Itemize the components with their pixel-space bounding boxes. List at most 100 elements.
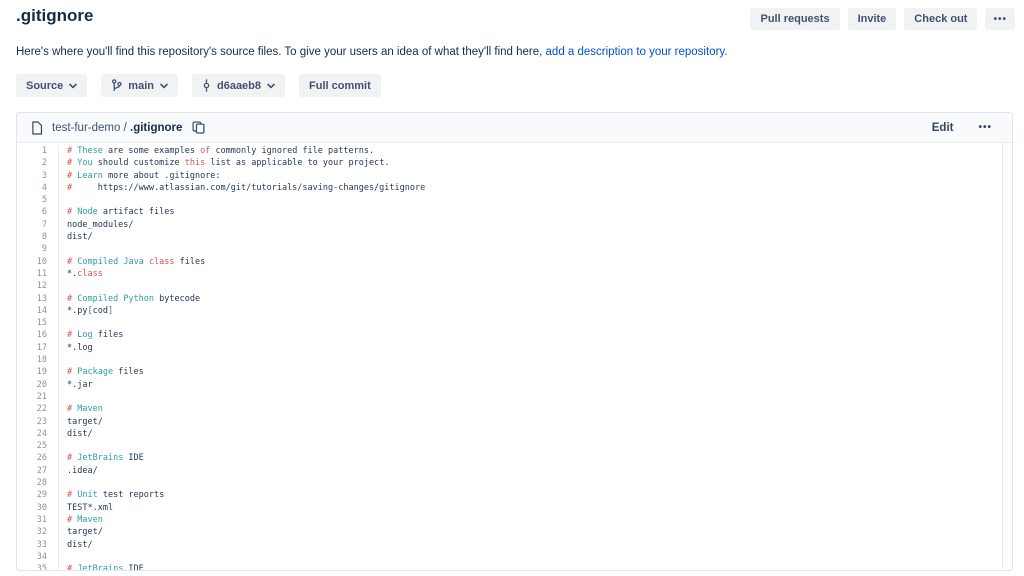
more-horizontal-icon: ••• [978, 122, 992, 133]
line-number[interactable]: 2 [17, 157, 59, 169]
line-number[interactable]: 15 [17, 317, 59, 329]
code-line: 4# https://www.atlassian.com/git/tutoria… [17, 182, 1012, 194]
code-line: 5 [17, 194, 1012, 206]
code-text: # https://www.atlassian.com/git/tutorial… [59, 182, 425, 194]
commit-icon [202, 79, 211, 92]
line-number[interactable]: 14 [17, 305, 59, 317]
code-text: node_modules/ [59, 219, 134, 231]
line-number[interactable]: 33 [17, 539, 59, 551]
header-actions: Pull requests Invite Check out ••• [750, 8, 1015, 30]
code-line: 25 [17, 440, 1012, 452]
line-number[interactable]: 9 [17, 243, 59, 255]
code-text: # Compiled Python bytecode [59, 293, 200, 305]
code-line: 14*.py[cod] [17, 305, 1012, 317]
copy-path-button[interactable] [192, 121, 205, 134]
chevron-down-icon [69, 83, 77, 89]
line-number[interactable]: 5 [17, 194, 59, 206]
code-text: # Package files [59, 366, 144, 378]
code-text: *.jar [59, 379, 93, 391]
source-toolbar: Source main d6aaeb8 Full commit [16, 74, 381, 97]
branch-icon [111, 79, 122, 92]
code-text: *.class [59, 268, 103, 280]
chevron-down-icon [267, 83, 275, 89]
line-number[interactable]: 18 [17, 354, 59, 366]
code-text: # You should customize this list as appl… [59, 157, 389, 169]
code-line: 31# Maven [17, 514, 1012, 526]
code-text [59, 243, 67, 255]
add-description-link[interactable]: add a description to your repository. [546, 46, 728, 58]
scrollbar[interactable] [1002, 143, 1003, 570]
line-number[interactable]: 27 [17, 465, 59, 477]
code-text: # Learn more about .gitignore: [59, 170, 221, 182]
line-number[interactable]: 22 [17, 403, 59, 415]
file-icon [31, 121, 43, 135]
invite-button[interactable]: Invite [848, 8, 897, 30]
code-line: 17*.log [17, 342, 1012, 354]
line-number[interactable]: 26 [17, 452, 59, 464]
code-viewer: 1# These are some examples of commonly i… [17, 143, 1012, 571]
line-number[interactable]: 6 [17, 206, 59, 218]
line-number[interactable]: 4 [17, 182, 59, 194]
code-text: # These are some examples of commonly ig… [59, 145, 374, 157]
code-line: 26# JetBrains IDE [17, 452, 1012, 464]
code-text: .idea/ [59, 465, 98, 477]
code-line: 16# Log files [17, 329, 1012, 341]
code-text: # Maven [59, 403, 103, 415]
line-number[interactable]: 19 [17, 366, 59, 378]
code-line: 32target/ [17, 526, 1012, 538]
code-text [59, 391, 67, 403]
code-text: dist/ [59, 231, 93, 243]
code-text [59, 477, 67, 489]
code-line: 30TEST*.xml [17, 502, 1012, 514]
line-number[interactable]: 34 [17, 551, 59, 563]
line-number[interactable]: 29 [17, 489, 59, 501]
line-number[interactable]: 12 [17, 280, 59, 292]
line-number[interactable]: 20 [17, 379, 59, 391]
line-number[interactable]: 16 [17, 329, 59, 341]
code-text [59, 440, 67, 452]
line-number[interactable]: 31 [17, 514, 59, 526]
code-line: 35# JetBrains IDE [17, 563, 1012, 571]
source-dropdown[interactable]: Source [16, 74, 87, 97]
line-number[interactable]: 3 [17, 170, 59, 182]
pull-requests-button[interactable]: Pull requests [750, 8, 839, 30]
code-line: 9 [17, 243, 1012, 255]
branch-dropdown[interactable]: main [101, 74, 178, 97]
code-line: 28 [17, 477, 1012, 489]
code-text: *.log [59, 342, 93, 354]
copy-icon [192, 121, 205, 134]
code-line: 7node_modules/ [17, 219, 1012, 231]
edit-button[interactable]: Edit [926, 122, 960, 134]
line-number[interactable]: 8 [17, 231, 59, 243]
line-number[interactable]: 35 [17, 563, 59, 571]
line-number[interactable]: 23 [17, 416, 59, 428]
line-number[interactable]: 21 [17, 391, 59, 403]
line-number[interactable]: 13 [17, 293, 59, 305]
line-number[interactable]: 28 [17, 477, 59, 489]
breadcrumb-filename: .gitignore [130, 122, 182, 134]
breadcrumb-repo[interactable]: test-fur-demo [52, 122, 120, 134]
line-number[interactable]: 24 [17, 428, 59, 440]
line-number[interactable]: 1 [17, 145, 59, 157]
code-line: 10# Compiled Java class files [17, 256, 1012, 268]
branch-dropdown-label: main [128, 80, 154, 92]
repo-description: Here's where you'll find this repository… [16, 46, 728, 58]
line-number[interactable]: 11 [17, 268, 59, 280]
line-number[interactable]: 30 [17, 502, 59, 514]
code-text [59, 194, 67, 206]
line-number[interactable]: 32 [17, 526, 59, 538]
line-number[interactable]: 7 [17, 219, 59, 231]
line-number[interactable]: 17 [17, 342, 59, 354]
code-line: 2# You should customize this list as app… [17, 157, 1012, 169]
code-text: # Compiled Java class files [59, 256, 205, 268]
code-line: 19# Package files [17, 366, 1012, 378]
file-more-button[interactable]: ••• [968, 122, 998, 133]
line-number[interactable]: 10 [17, 256, 59, 268]
commit-dropdown[interactable]: d6aaeb8 [192, 74, 285, 97]
check-out-button[interactable]: Check out [904, 8, 977, 30]
page-title: .gitignore [16, 6, 93, 26]
line-number[interactable]: 25 [17, 440, 59, 452]
code-text [59, 280, 67, 292]
full-commit-button[interactable]: Full commit [299, 74, 381, 97]
more-actions-button[interactable]: ••• [985, 8, 1015, 30]
